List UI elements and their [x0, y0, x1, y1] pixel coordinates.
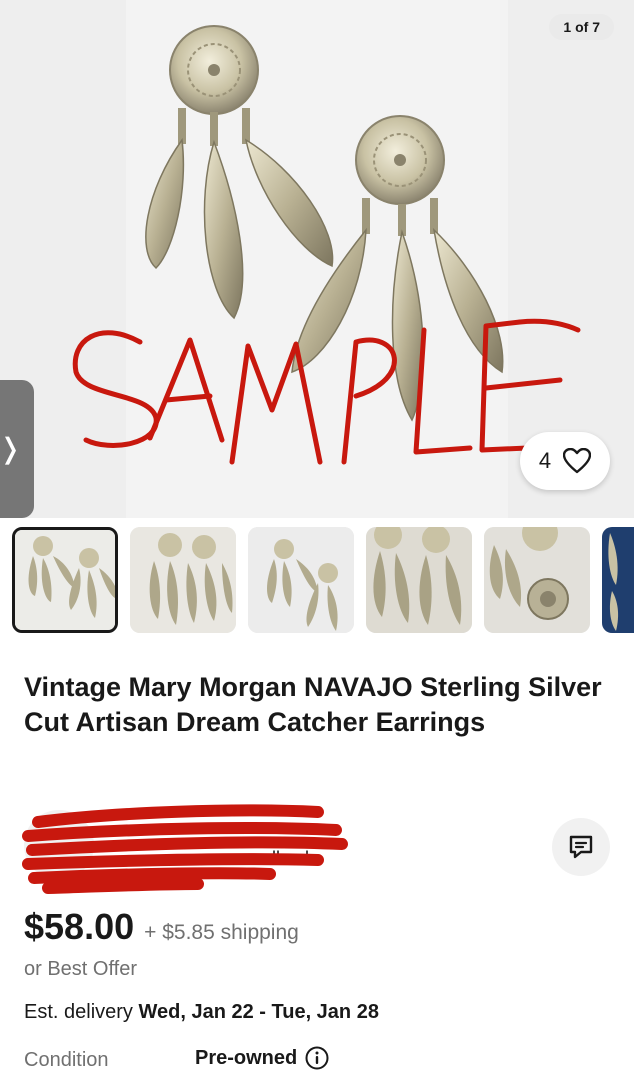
watch-button[interactable]: 4 [520, 432, 610, 490]
chevron-right-icon: ❭ [0, 433, 22, 464]
image-gallery[interactable]: 1 of 7 ❭ 4 [0, 0, 634, 518]
price: $58.00 [24, 906, 135, 947]
thumbnail-image [484, 527, 590, 633]
thumbnail-image [130, 527, 236, 633]
thumbnail-image [366, 527, 472, 633]
thumbnail-5[interactable] [484, 527, 590, 633]
thumbnail-image [602, 527, 634, 633]
condition-value[interactable]: Pre-owned [195, 1046, 329, 1070]
best-offer-text: or Best Offer [24, 958, 138, 980]
thumbnail-2[interactable] [130, 527, 236, 633]
thumbnail-1[interactable] [12, 527, 118, 633]
price-row: $58.00 + $5.85 shipping [24, 906, 299, 948]
thumbnail-image [248, 527, 354, 633]
condition-text: Pre-owned [195, 1046, 298, 1069]
condition-label: Condition [24, 1049, 109, 1071]
delivery-label: Est. delivery [24, 1001, 139, 1023]
shipping-cost: + $5.85 shipping [144, 921, 299, 944]
info-icon[interactable] [305, 1046, 329, 1070]
chat-icon [569, 835, 593, 859]
watchers-count: 4 [538, 448, 552, 473]
thumbnail-6[interactable] [602, 527, 634, 633]
message-seller-button[interactable] [552, 818, 610, 876]
estimated-delivery: Est. delivery Wed, Jan 22 - Tue, Jan 28 [24, 1001, 379, 1024]
next-image-button[interactable]: ❭ [0, 380, 34, 518]
image-counter: 1 of 7 [549, 14, 614, 40]
redaction-scribble [22, 804, 348, 894]
thumbnail-image [15, 530, 115, 630]
thumbnail-3[interactable] [248, 527, 354, 633]
seller-card[interactable]: edback [0, 800, 634, 894]
heart-icon [563, 448, 592, 474]
delivery-dates: Wed, Jan 22 - Tue, Jan 28 [138, 1001, 379, 1023]
thumbnail-strip[interactable] [12, 527, 634, 635]
thumbnail-4[interactable] [366, 527, 472, 633]
listing-title: Vintage Mary Morgan NAVAJO Sterling Silv… [24, 672, 602, 737]
